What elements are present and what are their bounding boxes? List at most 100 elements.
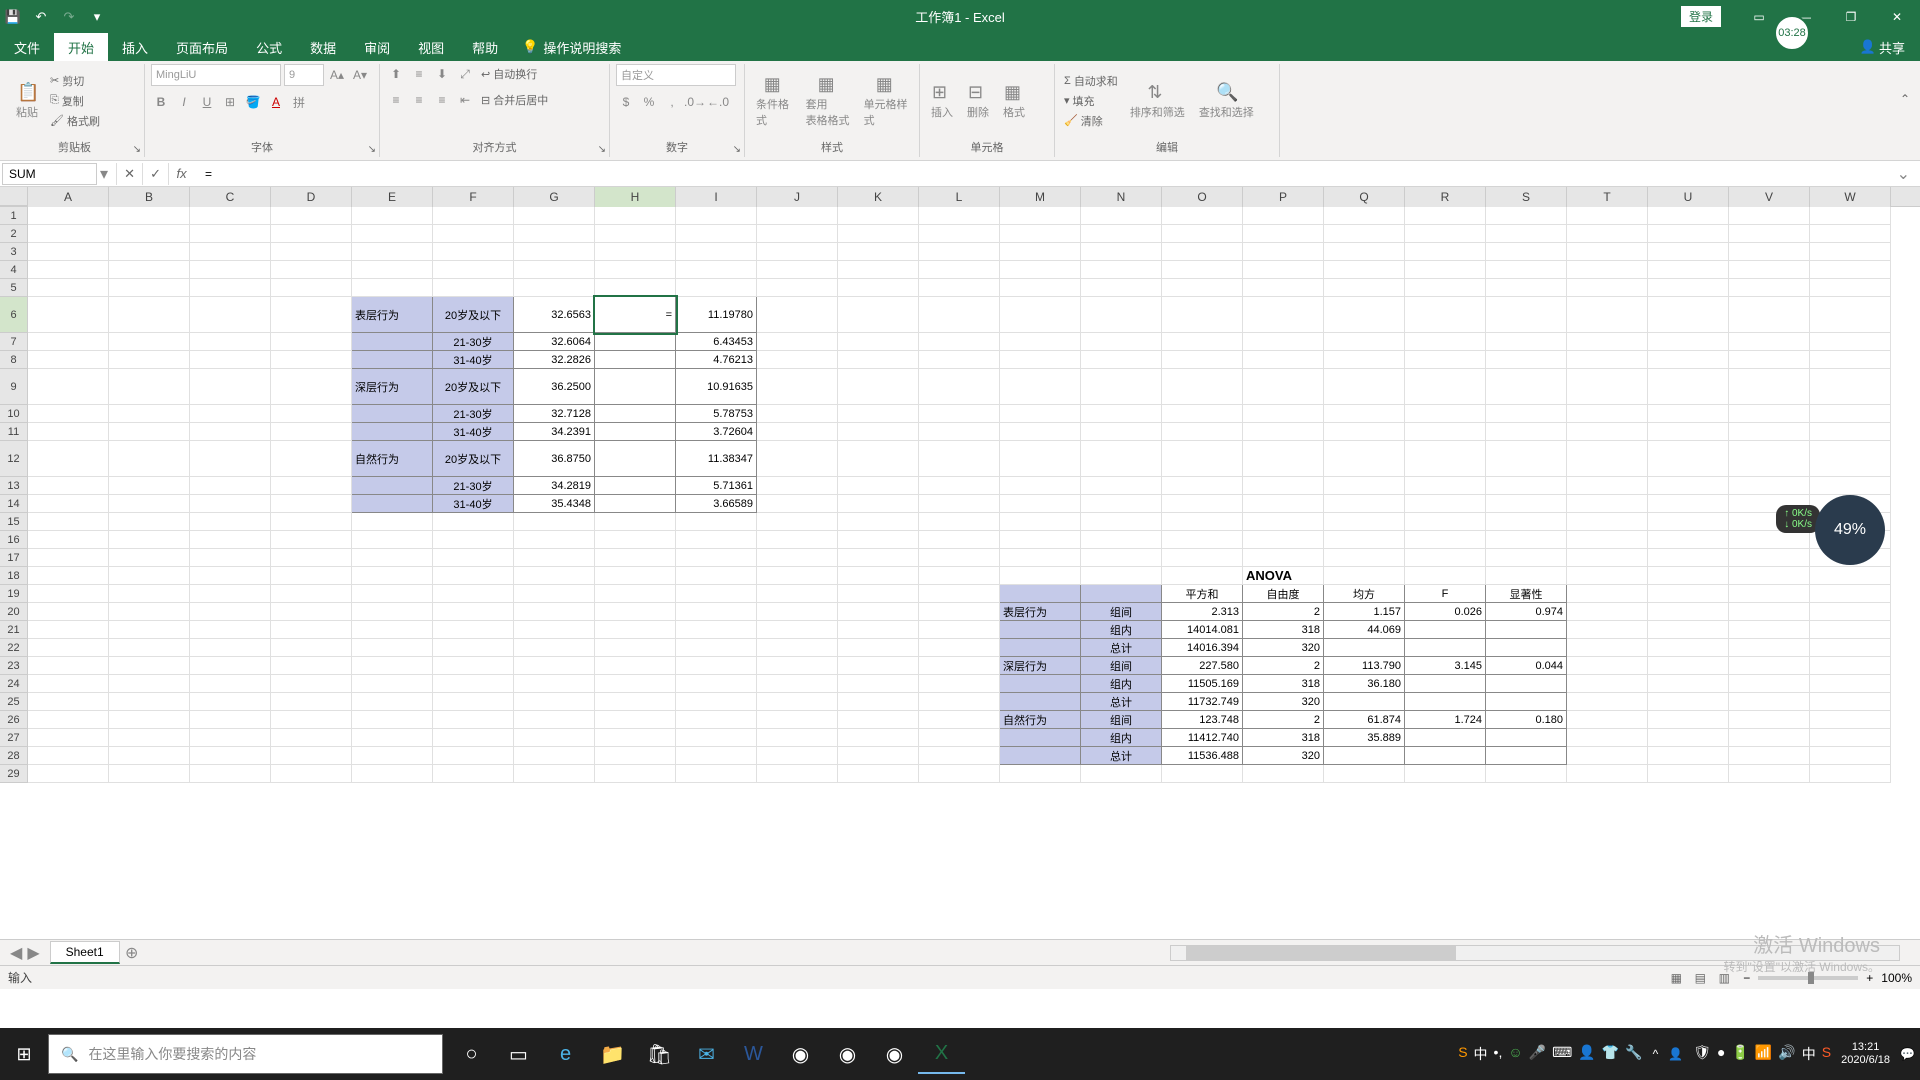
cell[interactable] bbox=[1243, 207, 1324, 225]
cell[interactable] bbox=[271, 243, 352, 261]
cell[interactable] bbox=[1000, 639, 1081, 657]
cell[interactable] bbox=[919, 279, 1000, 297]
cell[interactable] bbox=[1729, 279, 1810, 297]
cell[interactable] bbox=[433, 765, 514, 783]
cell[interactable] bbox=[1162, 405, 1243, 423]
cell[interactable] bbox=[757, 225, 838, 243]
cell[interactable] bbox=[595, 513, 676, 531]
cell[interactable] bbox=[109, 477, 190, 495]
people-icon[interactable]: 👤 bbox=[1668, 1047, 1683, 1061]
cell[interactable] bbox=[1243, 297, 1324, 333]
cell[interactable] bbox=[1000, 333, 1081, 351]
cell[interactable] bbox=[109, 423, 190, 441]
col-header[interactable]: W bbox=[1810, 187, 1891, 207]
cell[interactable] bbox=[595, 279, 676, 297]
cell[interactable] bbox=[1567, 405, 1648, 423]
cell[interactable]: 5.78753 bbox=[676, 405, 757, 423]
cell[interactable] bbox=[1081, 207, 1162, 225]
cell[interactable] bbox=[1243, 351, 1324, 369]
cell[interactable] bbox=[1243, 279, 1324, 297]
cell[interactable] bbox=[190, 477, 271, 495]
cell[interactable] bbox=[1648, 765, 1729, 783]
col-header[interactable]: S bbox=[1486, 187, 1567, 207]
cell[interactable] bbox=[757, 441, 838, 477]
app-icon[interactable]: ◉ bbox=[824, 1034, 871, 1074]
cell[interactable] bbox=[595, 423, 676, 441]
cell[interactable] bbox=[1081, 333, 1162, 351]
cell[interactable] bbox=[352, 603, 433, 621]
cell[interactable] bbox=[28, 621, 109, 639]
cell[interactable]: 3.66589 bbox=[676, 495, 757, 513]
cell[interactable] bbox=[1486, 207, 1567, 225]
cell[interactable] bbox=[1567, 693, 1648, 711]
cell[interactable] bbox=[109, 369, 190, 405]
cell[interactable] bbox=[514, 693, 595, 711]
cell[interactable] bbox=[1810, 225, 1891, 243]
cell[interactable] bbox=[757, 297, 838, 333]
cell[interactable] bbox=[676, 225, 757, 243]
cell[interactable] bbox=[28, 603, 109, 621]
system-tray-icons[interactable]: 🛡 ● 🔋 📶 🔊 中 S bbox=[1693, 1044, 1831, 1064]
col-header[interactable]: P bbox=[1243, 187, 1324, 207]
cell[interactable] bbox=[190, 549, 271, 567]
decrease-decimal-icon[interactable]: ←.0 bbox=[708, 92, 728, 112]
cell[interactable] bbox=[1000, 585, 1081, 603]
format-painter-button[interactable]: 🖌格式刷 bbox=[47, 112, 103, 130]
cell[interactable] bbox=[433, 657, 514, 675]
col-header[interactable]: M bbox=[1000, 187, 1081, 207]
cell[interactable] bbox=[271, 675, 352, 693]
cell[interactable] bbox=[1486, 225, 1567, 243]
cell[interactable] bbox=[1810, 567, 1891, 585]
cell[interactable] bbox=[433, 693, 514, 711]
ime-shirt-icon[interactable]: 👕 bbox=[1602, 1044, 1619, 1064]
cell[interactable] bbox=[433, 639, 514, 657]
cell[interactable] bbox=[271, 351, 352, 369]
cell[interactable] bbox=[919, 603, 1000, 621]
cell[interactable] bbox=[1810, 261, 1891, 279]
cell[interactable]: 2 bbox=[1243, 603, 1324, 621]
cell[interactable] bbox=[1486, 549, 1567, 567]
clear-button[interactable]: 🧹清除 bbox=[1061, 112, 1121, 130]
tab-formulas[interactable]: 公式 bbox=[242, 33, 296, 61]
row-header[interactable]: 7 bbox=[0, 333, 28, 351]
cell[interactable] bbox=[1486, 639, 1567, 657]
row-header[interactable]: 28 bbox=[0, 747, 28, 765]
tab-data[interactable]: 数据 bbox=[296, 33, 350, 61]
cell[interactable] bbox=[757, 351, 838, 369]
cell[interactable] bbox=[433, 711, 514, 729]
cell[interactable] bbox=[919, 243, 1000, 261]
cell[interactable] bbox=[676, 639, 757, 657]
cell[interactable] bbox=[1243, 441, 1324, 477]
cell[interactable] bbox=[1081, 495, 1162, 513]
cell[interactable] bbox=[1243, 423, 1324, 441]
cell[interactable] bbox=[1648, 513, 1729, 531]
cell[interactable] bbox=[1324, 225, 1405, 243]
row-header[interactable]: 2 bbox=[0, 225, 28, 243]
cortana-icon[interactable]: ○ bbox=[448, 1034, 495, 1074]
cell[interactable] bbox=[109, 279, 190, 297]
cell[interactable] bbox=[1081, 477, 1162, 495]
cell[interactable] bbox=[1000, 261, 1081, 279]
cell[interactable] bbox=[1648, 567, 1729, 585]
cell[interactable] bbox=[838, 513, 919, 531]
cell[interactable] bbox=[28, 297, 109, 333]
cell[interactable] bbox=[1810, 603, 1891, 621]
cell[interactable] bbox=[1081, 297, 1162, 333]
cell[interactable]: 2 bbox=[1243, 657, 1324, 675]
cell[interactable] bbox=[757, 675, 838, 693]
cell[interactable] bbox=[1486, 369, 1567, 405]
cell[interactable]: 318 bbox=[1243, 675, 1324, 693]
cell[interactable] bbox=[271, 513, 352, 531]
col-header[interactable]: O bbox=[1162, 187, 1243, 207]
row-header[interactable]: 4 bbox=[0, 261, 28, 279]
cell[interactable] bbox=[1648, 225, 1729, 243]
cell[interactable] bbox=[28, 333, 109, 351]
align-top-icon[interactable]: ⬆ bbox=[386, 64, 406, 84]
cell[interactable] bbox=[676, 513, 757, 531]
row-header[interactable]: 16 bbox=[0, 531, 28, 549]
font-name-select[interactable] bbox=[151, 64, 281, 86]
cell[interactable] bbox=[28, 351, 109, 369]
paste-button[interactable]: 📋 粘贴 bbox=[11, 80, 43, 122]
cell[interactable]: 320 bbox=[1243, 693, 1324, 711]
ime-tray-icons[interactable]: S 中 •, ☺ 🎤 ⌨ 👤 👕 🔧 bbox=[1458, 1044, 1642, 1064]
